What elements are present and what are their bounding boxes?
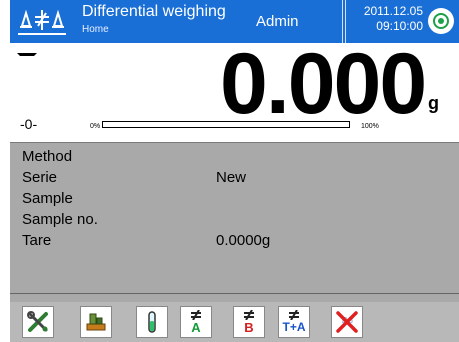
weighing-display: 0.000 g -0- 0% 100%: [10, 36, 459, 142]
app-title: Differential weighing: [82, 3, 226, 20]
time-label: 09:10:00: [376, 19, 423, 33]
target-button-icon[interactable]: [428, 8, 454, 34]
method-label: Method: [22, 148, 73, 165]
stability-marker-icon: [17, 53, 37, 56]
tare-value: 0.0000g: [216, 232, 271, 249]
breadcrumb: Home: [82, 24, 109, 35]
settings-button[interactable]: [22, 306, 54, 338]
balance-icon[interactable]: [12, 4, 72, 40]
serie-value: New: [216, 169, 247, 186]
sample-tube-icon: [148, 311, 156, 333]
zero-indicator: -0-: [20, 116, 38, 132]
weigh-a-label: A: [191, 319, 201, 335]
user-name: Admin: [256, 13, 299, 30]
weigh-ta-label: T+A: [282, 320, 306, 334]
sample-label: Sample: [22, 190, 73, 207]
target-dot: [438, 18, 444, 24]
sample-no-label: Sample no.: [22, 211, 98, 228]
info-panel: Method Serie New Sample Sample no. Tare …: [10, 142, 459, 294]
weigh-b-icon: [244, 309, 254, 320]
database-delete-icon: DB: [336, 311, 358, 333]
weigh-b-label: B: [244, 319, 254, 335]
screen: Differential weighing Home Admin 2011.12…: [0, 0, 459, 342]
weigh-a-icon: [191, 309, 201, 320]
load-progress-bar: [102, 121, 350, 128]
weigh-ta-icon: [289, 310, 299, 320]
function-toolbar: A B T+A DB: [10, 302, 459, 342]
weigh-ta-button[interactable]: T+A: [278, 306, 310, 338]
weigh-a-button[interactable]: A: [180, 306, 212, 338]
sample-button[interactable]: [136, 306, 168, 338]
serie-label: Serie: [22, 169, 58, 186]
progress-max-label: 100%: [361, 123, 379, 130]
series-button[interactable]: [80, 306, 112, 338]
settings-tools-icon: [27, 311, 48, 332]
weight-unit: g: [428, 93, 439, 113]
date-time: 2011.12.05 09:10:00: [355, 4, 423, 34]
tare-label: Tare: [22, 232, 52, 249]
progress-min-label: 0%: [90, 123, 101, 130]
weigh-b-button[interactable]: B: [233, 306, 265, 338]
weight-value: 0.000: [220, 36, 427, 132]
series-icon: [86, 313, 106, 331]
panel-footer: [10, 294, 459, 302]
database-delete-button[interactable]: DB: [331, 306, 363, 338]
date-label: 2011.12.05: [363, 4, 423, 18]
